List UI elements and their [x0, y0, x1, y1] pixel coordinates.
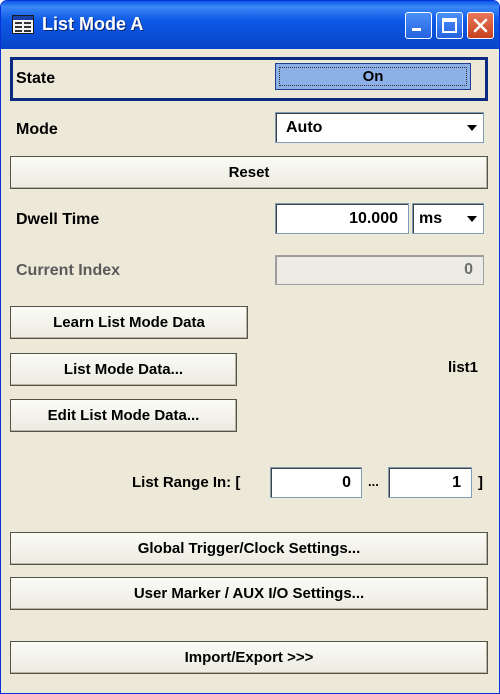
dwell-time-unit: ms	[419, 209, 443, 227]
learn-list-mode-data-button[interactable]: Learn List Mode Data	[10, 306, 248, 339]
current-index-value: 0	[464, 261, 473, 278]
mode-value: Auto	[286, 118, 323, 136]
import-export-label: Import/Export >>>	[184, 649, 314, 666]
dwell-time-input[interactable]: 10.000	[275, 203, 409, 234]
edit-list-mode-data-label: Edit List Mode Data...	[47, 407, 200, 424]
dwell-time-unit-select[interactable]: ms	[412, 203, 484, 234]
list-range-label: List Range In: [	[132, 474, 241, 491]
current-index-label: Current Index	[16, 262, 121, 279]
close-button[interactable]	[467, 12, 494, 39]
chevron-down-icon[interactable]	[463, 117, 481, 139]
learn-list-mode-data-label: Learn List Mode Data	[53, 314, 205, 331]
close-icon	[473, 18, 488, 33]
list-range-start-value: 0	[342, 473, 351, 491]
edit-list-mode-data-button[interactable]: Edit List Mode Data...	[10, 399, 237, 432]
reset-label: Reset	[228, 164, 270, 181]
state-toggle-button[interactable]: On	[275, 63, 471, 90]
chevron-down-icon[interactable]	[463, 208, 481, 230]
user-marker-aux-io-settings-button[interactable]: User Marker / AUX I/O Settings...	[10, 577, 488, 610]
list-file-name: list1	[448, 359, 479, 376]
minimize-icon	[412, 28, 421, 31]
current-index-field: 0	[275, 255, 484, 285]
dialog-icon	[12, 15, 34, 34]
state-label: State	[16, 70, 56, 87]
maximize-button[interactable]	[436, 12, 463, 39]
list-range-start-input[interactable]: 0	[270, 467, 362, 498]
list-mode-data-button[interactable]: List Mode Data...	[10, 353, 237, 386]
reset-button[interactable]: Reset	[10, 156, 488, 189]
title-bar[interactable]: List Mode A	[1, 1, 499, 49]
global-trigger-clock-settings-button[interactable]: Global Trigger/Clock Settings...	[10, 532, 488, 565]
dwell-time-value: 10.000	[349, 209, 398, 227]
list-range-separator: ...	[368, 474, 379, 489]
minimize-button[interactable]	[405, 12, 432, 39]
window-title: List Mode A	[42, 14, 144, 34]
dialog-content: State On Mode Auto Reset Dwell Time 10.0…	[4, 49, 495, 692]
dwell-time-label: Dwell Time	[16, 211, 100, 228]
user-marker-aux-io-settings-label: User Marker / AUX I/O Settings...	[133, 585, 365, 602]
list-mode-window: List Mode A State On Mode Auto Reset Dwe…	[0, 0, 500, 694]
list-range-stop-value: 1	[452, 473, 461, 491]
import-export-button[interactable]: Import/Export >>>	[10, 641, 488, 674]
focus-indicator	[279, 67, 467, 86]
maximize-icon	[442, 18, 457, 33]
list-range-close-bracket: ]	[478, 474, 483, 491]
global-trigger-clock-settings-label: Global Trigger/Clock Settings...	[137, 540, 361, 557]
mode-select[interactable]: Auto	[275, 112, 484, 143]
mode-label: Mode	[16, 121, 58, 138]
list-mode-data-label: List Mode Data...	[63, 361, 184, 378]
list-range-stop-input[interactable]: 1	[388, 467, 472, 498]
